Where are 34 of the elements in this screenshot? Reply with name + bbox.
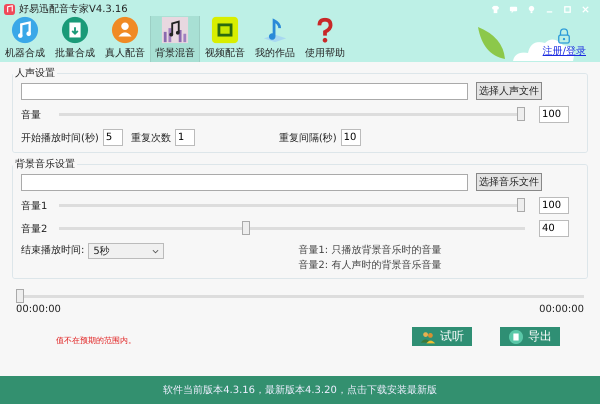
volume-label: 音量1	[21, 200, 48, 212]
repeat-interval-label: 重复间隔(秒)	[278, 132, 337, 144]
volume-field[interactable]: 40	[539, 220, 569, 237]
volume-label: 音量2	[21, 222, 48, 236]
volume-field[interactable]: 100	[539, 106, 569, 123]
toolbar-button[interactable]: 批量合成	[50, 16, 100, 62]
choose-music-button[interactable]: 选择音乐文件	[476, 173, 542, 191]
end-time-label: 结束播放时间:	[21, 244, 84, 257]
toolbar-button[interactable]: 我的作品	[250, 16, 300, 62]
start-time-field[interactable]: 5	[102, 129, 123, 146]
toolbar-button[interactable]: 使用帮助	[300, 16, 350, 62]
repeat-count-field[interactable]: 1	[174, 129, 195, 146]
toolbar-button[interactable]: 真人配音	[100, 16, 150, 62]
choose-voice-button[interactable]: 选择人声文件	[476, 82, 542, 100]
total-time: 00:00:00	[539, 304, 584, 315]
note-text: 音量1: 只播放背景音乐时的音量	[298, 244, 442, 257]
group-title: 人声设置	[14, 66, 56, 80]
window-title: 好易迅配音专家V4.3.16	[19, 2, 128, 16]
toolbar-button[interactable]: 背景混音	[150, 16, 200, 62]
error-message: 值不在预期的范围内。	[56, 335, 136, 346]
login-link[interactable]: 注册/登录	[542, 44, 586, 58]
note-text: 音量2: 有人声时的背景音乐音量	[298, 258, 442, 272]
current-time: 00:00:00	[16, 304, 61, 315]
end-time-dropdown[interactable]: 5秒	[88, 243, 164, 259]
preview-button[interactable]: 试听	[412, 327, 472, 346]
volume-field[interactable]: 100	[539, 197, 569, 214]
repeat-count-label: 重复次数	[130, 132, 171, 144]
toolbar-button[interactable]: 机器合成	[0, 16, 50, 62]
repeat-interval-field[interactable]: 10	[340, 129, 361, 146]
export-button[interactable]: 导出	[500, 327, 560, 346]
group-title: 背景音乐设置	[14, 158, 76, 171]
toolbar-button[interactable]: 视频配音	[200, 16, 250, 62]
volume-label: 音量	[21, 108, 42, 122]
start-time-label: 开始播放时间(秒)	[21, 132, 99, 144]
